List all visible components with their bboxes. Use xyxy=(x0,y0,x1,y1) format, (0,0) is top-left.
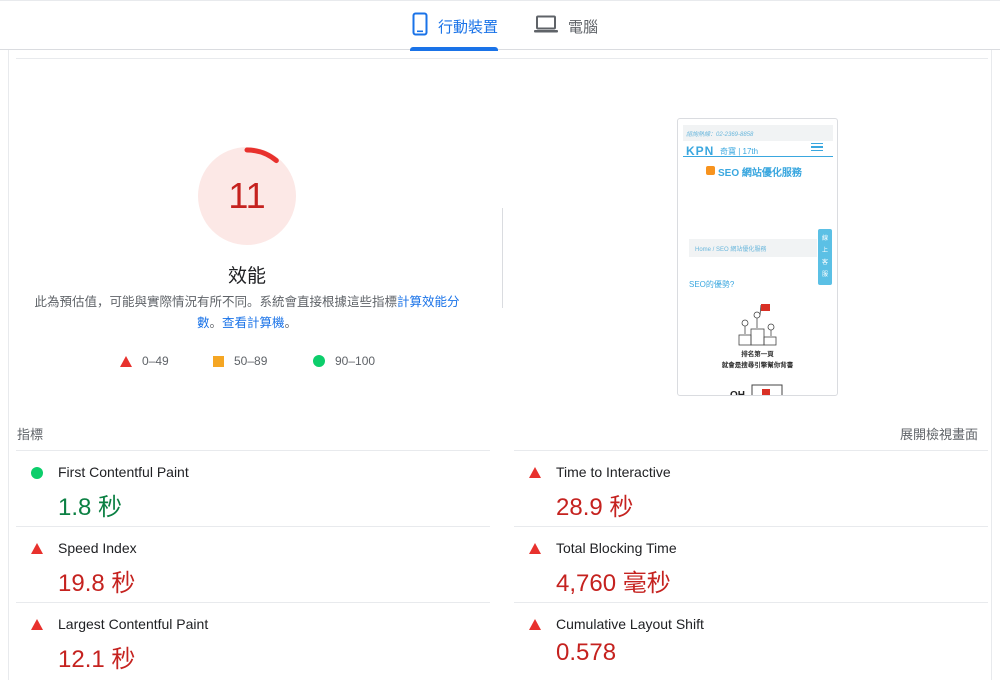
fail-triangle-icon xyxy=(31,542,43,554)
preview-phone-line: 諮詢熱線：02-2369-8858 xyxy=(683,125,833,141)
metric-tti: Time to Interactive 28.9 秒 xyxy=(514,450,988,526)
preview-illustration-bottom-icon: OH xyxy=(730,384,783,396)
calculator-link-text: 看計算機 xyxy=(234,316,285,330)
preview-side-tab: 線上客服 xyxy=(818,229,832,285)
tab-desktop[interactable]: 電腦 xyxy=(534,1,598,51)
metric-tbt: Total Blocking Time 4,760 毫秒 xyxy=(514,526,988,602)
performance-title: 效能 xyxy=(227,266,266,287)
metric-value: 28.9 秒 xyxy=(556,494,634,521)
metric-name: Cumulative Layout Shift xyxy=(556,616,704,632)
score-legend: 0–49 50–89 90–100 xyxy=(0,354,500,372)
circle-icon xyxy=(313,355,325,367)
metric-name: Speed Index xyxy=(58,540,137,556)
fail-triangle-icon xyxy=(31,618,43,630)
metric-name: Total Blocking Time xyxy=(556,540,677,556)
tab-mobile-label: 行動裝置 xyxy=(438,18,499,36)
metric-value: 4,760 毫秒 xyxy=(556,570,671,597)
legend-average-label: 50–89 xyxy=(234,354,268,368)
page-preview-thumbnail[interactable]: 諮詢熱線：02-2369-8858 KPN 奇寶 | 17th SEO 網站優化… xyxy=(677,118,838,396)
metric-name: Largest Contentful Paint xyxy=(58,616,209,632)
metric-name: First Contentful Paint xyxy=(58,464,189,480)
triangle-icon xyxy=(120,355,132,367)
fail-triangle-icon xyxy=(529,466,541,478)
description-end: 。 xyxy=(284,316,298,330)
legend-fail: 0–49 xyxy=(120,354,169,368)
legend-fail-label: 0–49 xyxy=(142,354,169,368)
metrics-label: 指標 xyxy=(17,427,44,442)
calculator-link[interactable]: 查看計算機 xyxy=(222,316,285,330)
metric-value: 19.8 秒 xyxy=(58,570,136,597)
vertical-divider xyxy=(502,208,503,308)
preview-title: SEO 網站優化服務 xyxy=(718,168,802,179)
metric-value: 0.578 xyxy=(556,639,617,666)
square-icon xyxy=(213,355,224,367)
podium-illustration-icon xyxy=(738,304,777,346)
legend-pass: 90–100 xyxy=(313,354,375,368)
divider xyxy=(16,58,988,59)
fail-triangle-icon xyxy=(529,618,541,630)
preview-breadcrumb: Home / SEO 網站優化服務 xyxy=(689,239,817,257)
metric-value: 12.1 秒 xyxy=(58,646,136,673)
device-tabs: 行動裝置 電腦 xyxy=(0,0,1000,51)
metric-name: Time to Interactive xyxy=(556,464,671,480)
legend-average: 50–89 xyxy=(213,354,267,368)
rss-icon xyxy=(706,166,715,175)
performance-description: 此為預估值，可能與實際情況有所不同。系統會直接根據這些指標計算效能分數。查看計算… xyxy=(30,292,464,334)
performance-score: 11 xyxy=(228,175,266,216)
tab-desktop-label: 電腦 xyxy=(568,18,599,36)
metric-lcp: Largest Contentful Paint 12.1 秒 xyxy=(16,602,490,678)
tab-mobile[interactable]: 行動裝置 xyxy=(412,1,498,51)
laptop-icon xyxy=(534,15,558,37)
menu-icon xyxy=(811,143,823,151)
calculator-link-prefix: 查 xyxy=(221,316,235,330)
metric-fcp: First Contentful Paint 1.8 秒 xyxy=(16,450,490,526)
metric-speed-index: Speed Index 19.8 秒 xyxy=(16,526,490,602)
expand-view-toggle[interactable]: 展開檢視畫面 xyxy=(900,424,978,443)
description-sep: 。 xyxy=(209,316,222,330)
metric-cls: Cumulative Layout Shift 0.578 xyxy=(514,602,988,678)
preview-caption-1: 排名第一頁 xyxy=(741,351,774,358)
fail-triangle-icon xyxy=(529,542,541,554)
performance-gauge: 11 xyxy=(197,146,297,246)
description-text: 此為預估值，可能與實際情況有所不同。系統會直接根據這些指標 xyxy=(34,295,397,309)
preview-question: SEO的優勢? xyxy=(689,280,735,289)
pass-circle-icon xyxy=(31,466,43,479)
legend-pass-label: 90–100 xyxy=(335,354,376,368)
preview-header-line xyxy=(683,156,833,157)
preview-caption-2: 就會是搜尋引擎幫你背書 xyxy=(721,362,794,369)
metric-value: 1.8 秒 xyxy=(58,494,123,521)
svg-text:OH: OH xyxy=(730,390,745,396)
phone-icon xyxy=(412,12,428,40)
